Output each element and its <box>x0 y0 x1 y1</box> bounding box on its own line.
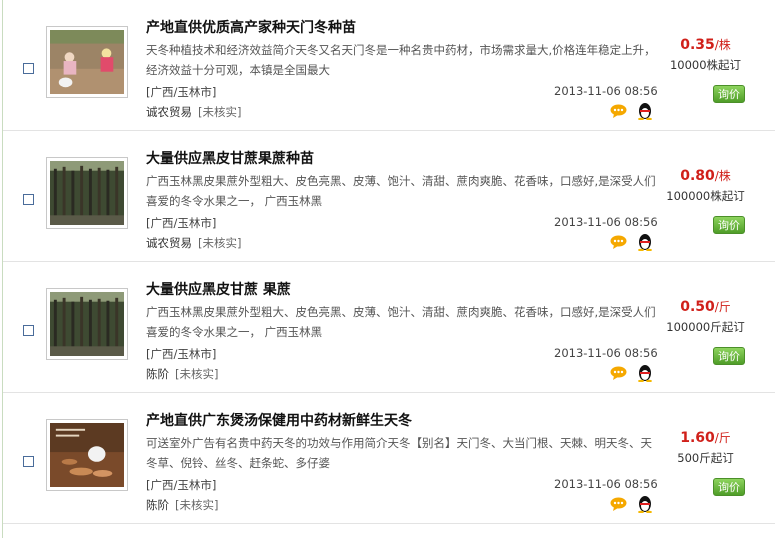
price-unit: /株 <box>714 169 731 183</box>
sugarcane-photo <box>50 292 124 356</box>
verify-status: [未核实] <box>175 367 219 381</box>
qq-penguin-icon[interactable] <box>637 495 653 513</box>
verify-status: [未核实] <box>198 105 242 119</box>
select-checkbox[interactable] <box>23 325 34 336</box>
seller-name[interactable]: 陈阶 <box>146 367 169 381</box>
list-item: 大量供应黑皮甘蔗 果蔗 广西玉林黑皮果蔗外型粗大、皮色亮黑、皮薄、饱汁、清甜、蔗… <box>3 262 775 393</box>
qq-penguin-icon[interactable] <box>637 102 653 120</box>
product-description: 广西玉林黑皮果蔗外型粗大、皮色亮黑、皮薄、饱汁、清甜、蔗肉爽脆、花香味，口感好,… <box>146 305 656 339</box>
min-order: 10000株起订 <box>669 58 742 72</box>
verify-status: [未核实] <box>198 236 242 250</box>
product-list: 产地直供优质高产家种天门冬种苗 天冬种植技术和经济效益简介天冬又名天门冬是一种名… <box>3 0 775 524</box>
price-unit: /株 <box>714 38 731 52</box>
price-unit: /斤 <box>714 300 731 314</box>
inquiry-button[interactable]: 询价 <box>713 478 745 496</box>
min-order: 100000斤起订 <box>666 320 745 334</box>
min-order: 100000株起订 <box>666 189 745 203</box>
people-field-photo <box>50 30 124 94</box>
min-order: 500斤起订 <box>677 451 734 465</box>
price-value: 0.50 <box>680 299 715 315</box>
qq-penguin-icon[interactable] <box>637 364 653 382</box>
chat-bubble-icon[interactable] <box>610 497 627 511</box>
product-description: 天冬种植技术和经济效益简介天冬又名天门冬是一种名贵中药材，市场需求量大,价格连年… <box>146 43 656 77</box>
seller-info: 诚农贸易 [未核实] <box>146 235 241 251</box>
select-checkbox[interactable] <box>23 456 34 467</box>
price: 0.50/斤 <box>643 296 768 315</box>
post-date: 2013-11-06 08:56 <box>554 477 658 491</box>
seller-info: 陈阶 [未核实] <box>146 497 218 513</box>
tuber-harvest-photo <box>50 423 124 487</box>
post-date: 2013-11-06 08:56 <box>554 346 658 360</box>
price: 0.35/株 <box>643 34 768 53</box>
inquiry-button[interactable]: 询价 <box>713 216 745 234</box>
chat-bubble-icon[interactable] <box>610 104 627 118</box>
product-thumbnail[interactable] <box>46 288 128 360</box>
verify-status: [未核实] <box>175 498 219 512</box>
sugarcane-photo <box>50 161 124 225</box>
product-thumbnail[interactable] <box>46 157 128 229</box>
seller-name[interactable]: 陈阶 <box>146 498 169 512</box>
price-value: 0.80 <box>680 168 715 184</box>
price: 0.80/株 <box>643 165 768 184</box>
post-date: 2013-11-06 08:56 <box>554 84 658 98</box>
product-title[interactable]: 产地直供优质高产家种天门冬种苗 <box>146 17 356 37</box>
product-thumbnail[interactable] <box>46 419 128 491</box>
product-title[interactable]: 大量供应黑皮甘蔗果蔗种苗 <box>146 148 314 168</box>
select-checkbox[interactable] <box>23 194 34 205</box>
product-region: [广西/玉林市] <box>146 478 217 492</box>
price-value: 0.35 <box>680 37 715 53</box>
list-item: 产地直供广东煲汤保健用中药材新鲜生天冬 可送室外广告有名贵中药天冬的功效与作用简… <box>3 393 775 524</box>
price: 1.60/斤 <box>643 427 768 446</box>
product-title[interactable]: 大量供应黑皮甘蔗 果蔗 <box>146 279 291 299</box>
product-region: [广西/玉林市] <box>146 347 217 361</box>
seller-info: 陈阶 [未核实] <box>146 366 218 382</box>
qq-penguin-icon[interactable] <box>637 233 653 251</box>
list-item: 大量供应黑皮甘蔗果蔗种苗 广西玉林黑皮果蔗外型粗大、皮色亮黑、皮薄、饱汁、清甜、… <box>3 131 775 262</box>
chat-bubble-icon[interactable] <box>610 235 627 249</box>
chat-bubble-icon[interactable] <box>610 366 627 380</box>
inquiry-button[interactable]: 询价 <box>713 347 745 365</box>
select-checkbox[interactable] <box>23 63 34 74</box>
list-item: 产地直供优质高产家种天门冬种苗 天冬种植技术和经济效益简介天冬又名天门冬是一种名… <box>3 0 775 131</box>
product-description: 可送室外广告有名贵中药天冬的功效与作用简介天冬【别名】天门冬、大当门根、天棘、明… <box>146 436 652 470</box>
price-value: 1.60 <box>680 430 715 446</box>
product-description: 广西玉林黑皮果蔗外型粗大、皮色亮黑、皮薄、饱汁、清甜、蔗肉爽脆、花香味，口感好,… <box>146 174 656 208</box>
seller-info: 诚农贸易 [未核实] <box>146 104 241 120</box>
seller-name[interactable]: 诚农贸易 <box>146 105 192 119</box>
price-unit: /斤 <box>714 431 731 445</box>
product-thumbnail[interactable] <box>46 26 128 98</box>
seller-name[interactable]: 诚农贸易 <box>146 236 192 250</box>
inquiry-button[interactable]: 询价 <box>713 85 745 103</box>
post-date: 2013-11-06 08:56 <box>554 215 658 229</box>
product-title[interactable]: 产地直供广东煲汤保健用中药材新鲜生天冬 <box>146 410 412 430</box>
product-region: [广西/玉林市] <box>146 85 217 99</box>
product-region: [广西/玉林市] <box>146 216 217 230</box>
